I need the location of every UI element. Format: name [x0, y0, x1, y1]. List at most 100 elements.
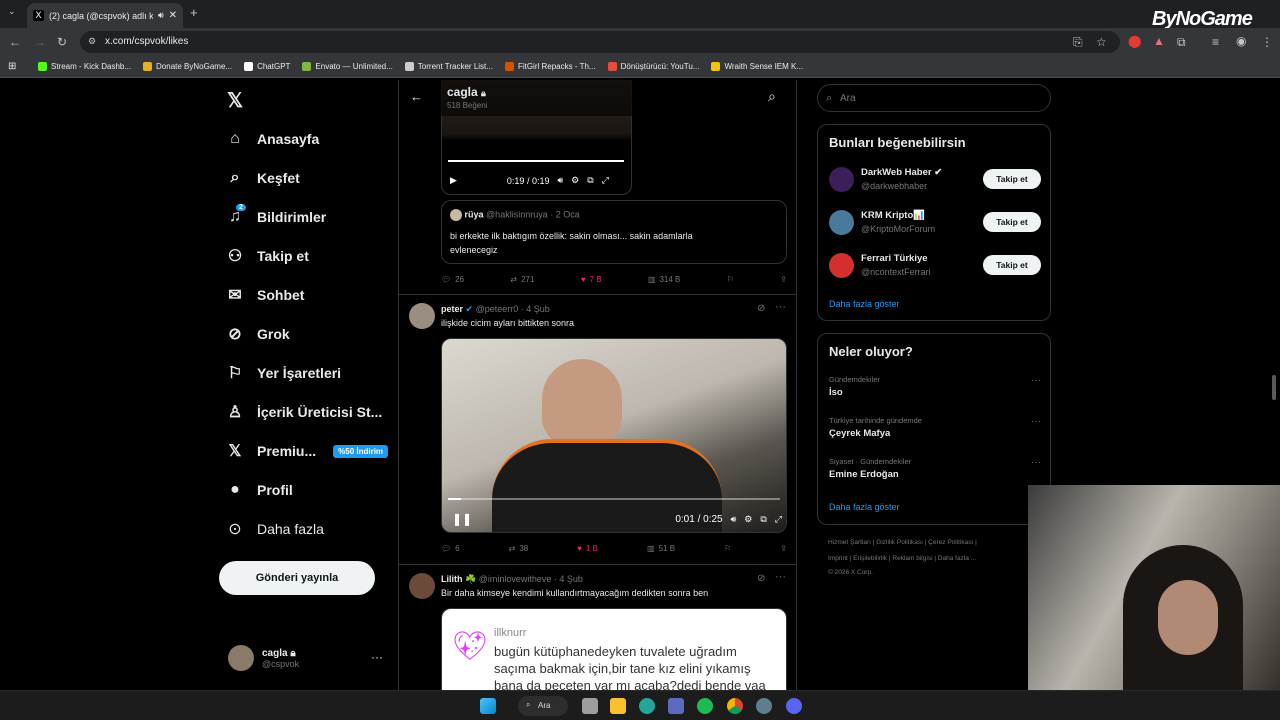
fullscreen-icon[interactable]: ⤢ [602, 175, 609, 186]
extension-icon[interactable]: ▲ [1153, 34, 1165, 48]
quoted-tweet[interactable]: rüya @haklisinnruya · 2 Oca bi erkekte i… [441, 200, 787, 264]
play-icon[interactable]: ▶ [450, 175, 457, 186]
x-logo-icon[interactable]: 𝕏 [227, 88, 243, 113]
new-tab-icon[interactable]: + [190, 5, 198, 20]
back-icon[interactable]: ← [9, 35, 21, 49]
install-app-icon[interactable]: ⎘ [1073, 35, 1083, 50]
tweet-more-icon[interactable]: ··· [775, 301, 786, 313]
nav-profile[interactable]: ● Profil [226, 481, 293, 499]
media-control-icon[interactable]: ≡ [1212, 35, 1219, 49]
timeline[interactable]: ← cagla 🔒︎ 518 Beğeni ⌕ ▶ 0:19 / 0:19 🔊︎… [398, 80, 797, 690]
taskbar-search[interactable]: ⌕ Ara [518, 696, 568, 716]
suggestion-item[interactable]: Ferrari Türkiye @ncontextFerrari Takip e… [829, 251, 1041, 281]
show-more-link[interactable]: Daha fazla göster [829, 299, 900, 309]
extension-red-icon[interactable]: ⬤ [1128, 34, 1141, 48]
avatar[interactable] [409, 303, 435, 329]
tweet-more-icon[interactable]: ··· [775, 571, 786, 583]
volume-icon[interactable]: 🔊︎ [557, 175, 563, 186]
video-progress-track[interactable] [448, 160, 624, 162]
settings-icon[interactable]: ⚙ [571, 175, 579, 186]
trend-more-icon[interactable]: ··· [1031, 457, 1041, 468]
author-name[interactable]: Lilith ☘️ [441, 574, 476, 584]
back-arrow-icon[interactable]: ← [410, 89, 423, 104]
trend-item[interactable]: Gündemdekiler İso ··· [829, 375, 1041, 398]
volume-icon[interactable]: 🔊︎ [731, 514, 737, 525]
views-button[interactable]: ▥ 51 B [647, 544, 675, 553]
reload-icon[interactable]: ↻ [57, 35, 67, 49]
suggestion-item[interactable]: KRM Kripto📊 @KriptoMorForum Takip et [829, 208, 1041, 238]
follow-button[interactable]: Takip et [983, 212, 1041, 232]
fullscreen-icon[interactable]: ⤢ [775, 514, 782, 525]
dock-icon[interactable]: ⧉ [587, 175, 593, 186]
dock-icon[interactable]: ⧉ [760, 514, 766, 525]
url-field[interactable]: x.com/cspvok/likes [80, 31, 1120, 53]
avatar[interactable] [409, 573, 435, 599]
tweet-image[interactable]: 💖︎ illknurr bugün kütüphanedeyken tuvale… [441, 608, 787, 690]
reply-button[interactable]: 💬︎ 6 [441, 544, 460, 553]
suggestion-item[interactable]: DarkWeb Haber ✔ @darkwebhaber Takip et [829, 165, 1041, 195]
follow-button[interactable]: Takip et [983, 255, 1041, 275]
trend-item[interactable]: Türkiye tarihinde gündemde Çeyrek Mafya … [829, 416, 1041, 439]
bookmark-button[interactable]: ⚐ [727, 275, 734, 284]
footer-links[interactable]: Hizmet Şartları | Gizlilik Politikası | … [828, 539, 977, 546]
browser-menu-icon[interactable]: ⋮ [1261, 35, 1273, 49]
nav-follow[interactable]: ⚇ Takip et [226, 247, 309, 265]
share-button[interactable]: ⇪ [780, 544, 787, 553]
task-view-icon[interactable] [582, 698, 598, 714]
nav-home[interactable]: ⌂ Anasayfa [226, 130, 319, 148]
bookmark-item[interactable]: Envato — Unlimited... [302, 62, 393, 71]
trend-more-icon[interactable]: ··· [1031, 375, 1041, 386]
search-input[interactable]: ⌕ Ara [817, 84, 1051, 112]
pause-icon[interactable]: ❚❚ [452, 512, 472, 526]
page-scrollbar[interactable] [1272, 375, 1276, 400]
profile-avatar-icon[interactable]: ◉ [1236, 34, 1246, 48]
windows-start-icon[interactable] [480, 698, 496, 714]
settings-icon[interactable]: ⚙ [744, 514, 752, 525]
apps-grid-icon[interactable]: ⊞ [8, 61, 16, 72]
bookmark-item[interactable]: ChatGPT [244, 62, 290, 71]
discord-icon[interactable] [786, 698, 802, 714]
steam-icon[interactable] [756, 698, 772, 714]
video-progress-track[interactable] [448, 498, 780, 500]
chrome-icon[interactable] [727, 698, 743, 714]
account-switcher[interactable]: cagla 🔒︎ @cspvok [228, 645, 299, 671]
post-button[interactable]: Gönderi yayınla [219, 561, 375, 595]
browser-tab[interactable]: X (2) cagla (@cspvok) adlı kul 🔊︎ ✕ [27, 3, 183, 28]
trend-item[interactable]: Siyaset · Gündemdekiler Emine Erdoğan ··… [829, 457, 1041, 480]
bookmark-item[interactable]: Torrent Tracker List... [404, 62, 493, 71]
nav-explore[interactable]: ⌕ Keşfet [226, 169, 300, 187]
speaker-icon[interactable]: 🔊︎ [158, 10, 164, 21]
teams-icon[interactable] [668, 698, 684, 714]
extensions-puzzle-icon[interactable]: ⧉ [1177, 35, 1186, 50]
nav-premium[interactable]: 𝕏 Premiu... %50 İndirim [226, 442, 389, 460]
edge-icon[interactable] [639, 698, 655, 714]
grok-icon[interactable]: ⊘ [757, 573, 765, 584]
search-icon[interactable]: ⌕ [768, 88, 776, 105]
bookmark-star-icon[interactable]: ☆ [1096, 35, 1107, 49]
reply-button[interactable]: 💬︎ 26 [441, 275, 464, 284]
video-player[interactable]: ❚❚ 0:01 / 0:25 🔊︎ ⚙ ⧉ ⤢ [441, 338, 787, 533]
footer-links[interactable]: Imprint | Erişilebilirlik | Reklam bilgi… [828, 555, 976, 562]
like-button[interactable]: ♥ 1 B [577, 544, 598, 553]
retweet-button[interactable]: ⇄ 271 [510, 275, 534, 284]
views-button[interactable]: ▥ 314 B [648, 275, 680, 284]
account-more-icon[interactable]: ··· [371, 650, 383, 664]
bookmark-button[interactable]: ⚐ [724, 544, 731, 553]
file-explorer-icon[interactable] [610, 698, 626, 714]
bookmark-item[interactable]: Dönüştürücü: YouTu... [607, 62, 699, 71]
share-button[interactable]: ⇪ [780, 275, 787, 284]
tab-list-icon[interactable]: ⌄ [8, 6, 16, 17]
like-button[interactable]: ♥ 7 B [581, 275, 602, 284]
nav-creator-studio[interactable]: ♙ İçerik Üreticisi St... [226, 403, 382, 421]
bookmark-item[interactable]: Stream - Kick Dashb... [38, 62, 131, 71]
nav-grok[interactable]: ⊘ Grok [226, 325, 289, 343]
grok-icon[interactable]: ⊘ [757, 303, 765, 314]
bookmark-item[interactable]: Donate ByNoGame... [143, 62, 232, 71]
nav-notifications[interactable]: ♫ 2 Bildirimler [226, 204, 326, 226]
bookmark-item[interactable]: FitGirl Repacks - Th... [504, 62, 596, 71]
follow-button[interactable]: Takip et [983, 169, 1041, 189]
nav-bookmarks[interactable]: ⚐ Yer İşaretleri [226, 364, 341, 382]
author-name[interactable]: peter [441, 304, 463, 314]
show-more-link[interactable]: Daha fazla göster [829, 502, 900, 512]
close-tab-icon[interactable]: ✕ [169, 10, 177, 21]
